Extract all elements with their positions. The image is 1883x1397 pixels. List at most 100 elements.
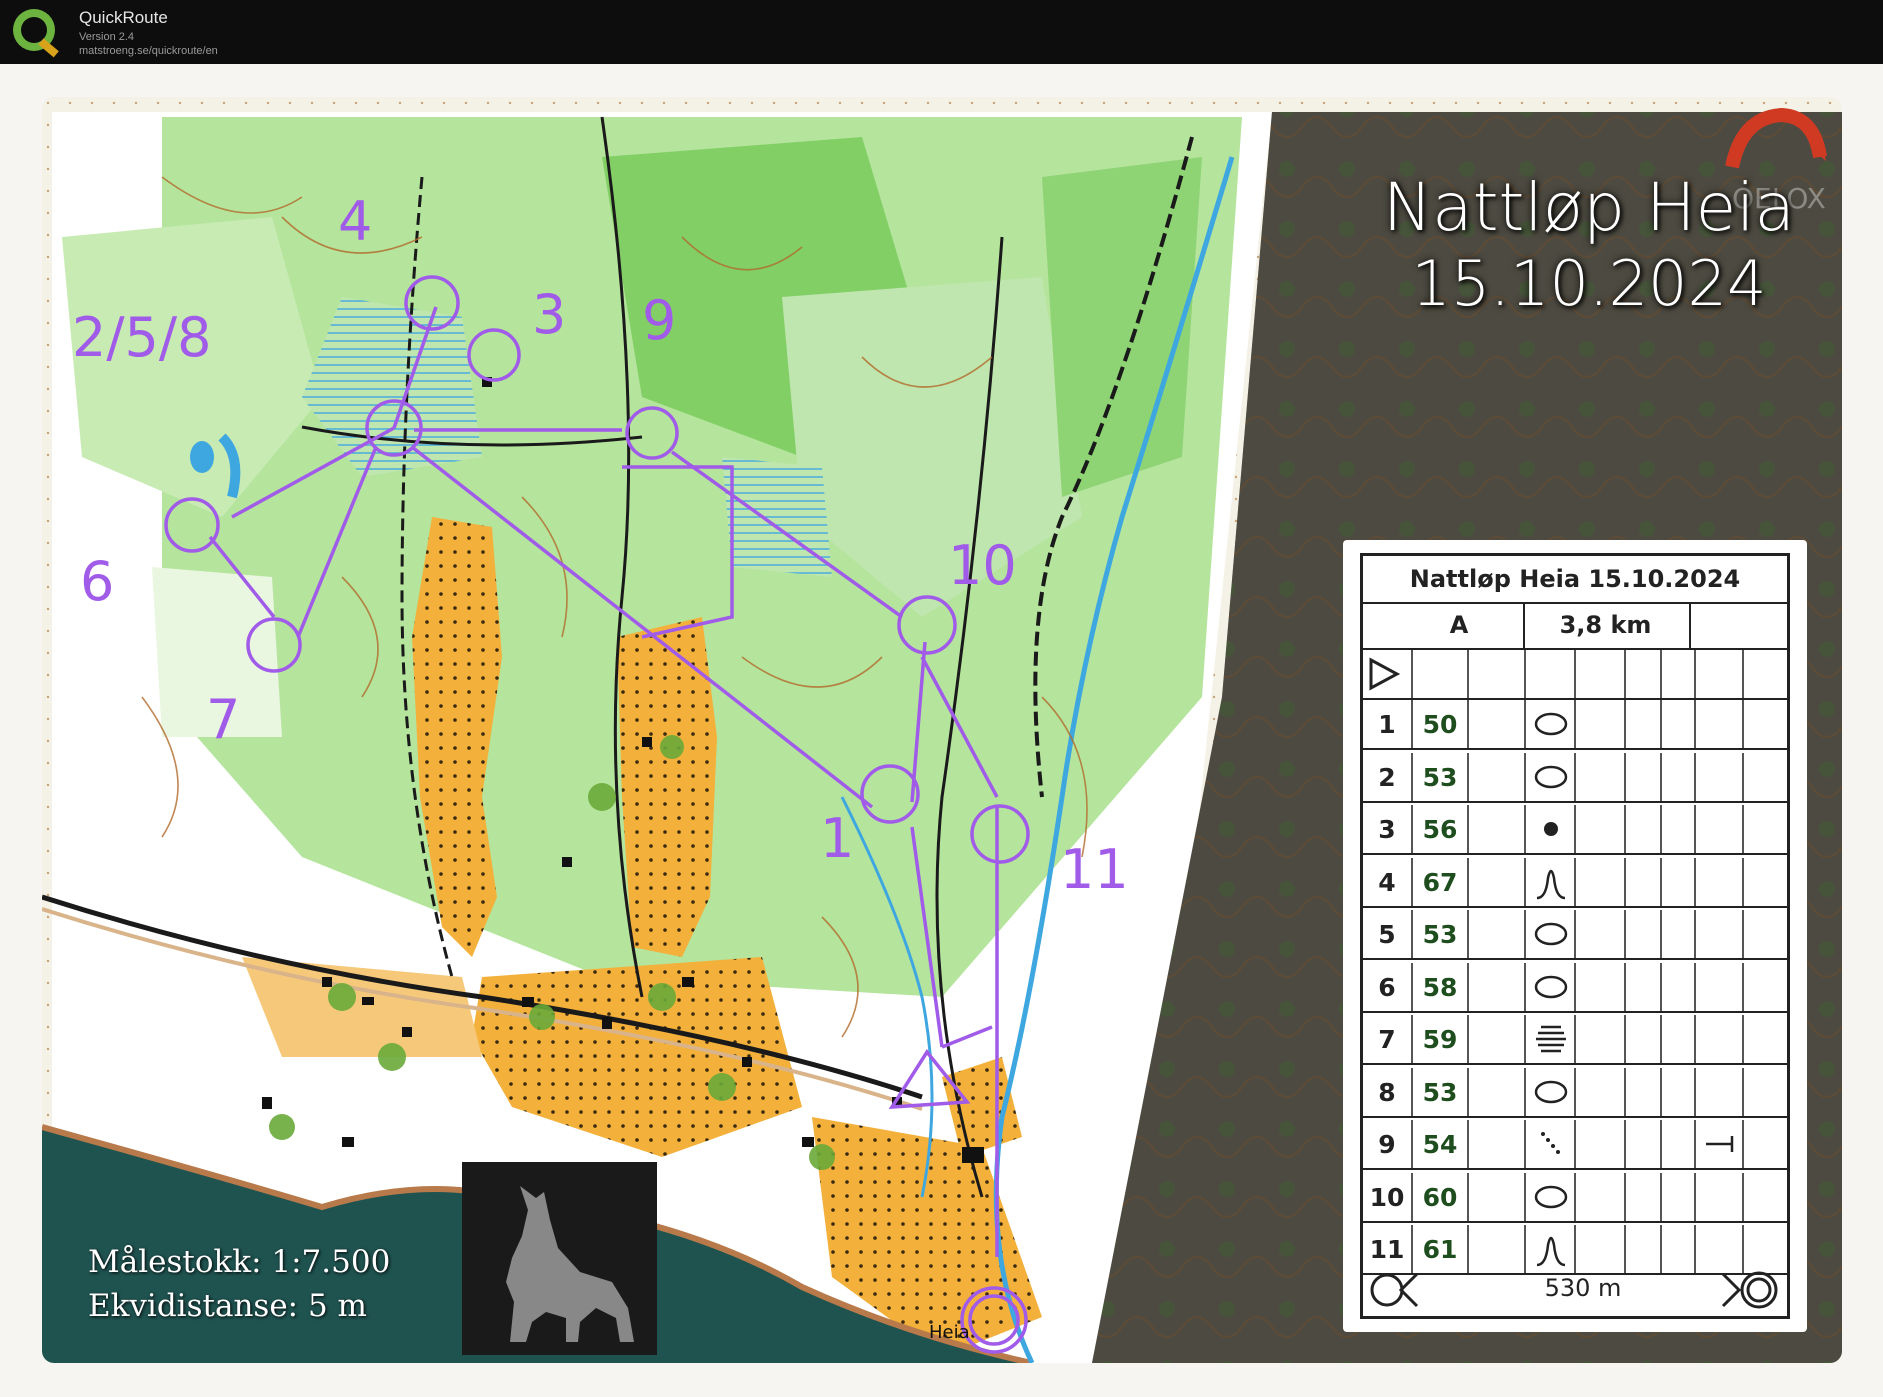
control-label-6: 6 xyxy=(80,550,115,613)
start-triangle-icon xyxy=(1369,657,1401,691)
description-cell xyxy=(1469,857,1526,906)
club-logo xyxy=(462,1162,657,1355)
map-title: Nattløp Heia 15.10.2024 xyxy=(1383,170,1795,322)
description-cell xyxy=(1626,1172,1662,1221)
finish-circle-icon xyxy=(1721,1271,1778,1309)
description-cell xyxy=(1576,1120,1626,1168)
control-code: 54 xyxy=(1413,1120,1469,1168)
start-cell xyxy=(1363,650,1413,698)
app-url[interactable]: matstroeng.se/quickroute/en xyxy=(79,45,218,57)
control-code: 60 xyxy=(1413,1172,1469,1221)
description-cell xyxy=(1696,752,1744,801)
description-cell xyxy=(1662,805,1696,853)
description-row: 5 53 xyxy=(1363,910,1787,960)
control-number: 7 xyxy=(1363,1015,1413,1063)
control-number: 6 xyxy=(1363,962,1413,1011)
description-cell xyxy=(1626,910,1662,958)
finish-start-icon xyxy=(1370,1272,1419,1308)
start-row xyxy=(1363,650,1787,700)
control-number: 8 xyxy=(1363,1067,1413,1116)
knoll-oval-icon xyxy=(1526,752,1576,801)
description-cell xyxy=(1469,805,1526,853)
description-cell xyxy=(1696,700,1744,748)
description-cell xyxy=(1626,1120,1662,1168)
dotted-line-icon xyxy=(1526,1120,1576,1168)
place-label-heia: Heia xyxy=(929,1322,970,1343)
control-number: 9 xyxy=(1363,1120,1413,1168)
title-bar: QuickRoute Version 2.4 matstroeng.se/qui… xyxy=(0,0,1883,64)
description-cell xyxy=(1469,700,1526,748)
description-cell xyxy=(1576,857,1626,906)
description-row: 1 50 xyxy=(1363,700,1787,750)
description-cell xyxy=(1469,752,1526,801)
description-cell xyxy=(1469,1015,1526,1063)
description-cell xyxy=(1662,1067,1696,1116)
description-cell xyxy=(1696,1067,1744,1116)
control-number: 5 xyxy=(1363,910,1413,958)
description-row: 8 53 xyxy=(1363,1067,1787,1118)
description-cell xyxy=(1576,1172,1626,1221)
description-cell xyxy=(1696,962,1744,1011)
knoll-oval-icon xyxy=(1526,700,1576,748)
description-cell xyxy=(1662,1015,1696,1063)
boulder-bell-icon xyxy=(1526,857,1576,906)
description-row: 2 53 xyxy=(1363,752,1787,803)
knoll-oval-icon xyxy=(1526,1067,1576,1116)
control-description-sheet: Nattløp Heia 15.10.2024 A 3,8 km 1 50 2 53 3… xyxy=(1343,540,1807,1332)
description-cell xyxy=(1696,857,1744,906)
description-cell xyxy=(1576,805,1626,853)
control-number: 2 xyxy=(1363,752,1413,801)
description-cell xyxy=(1469,1067,1526,1116)
control-code: 58 xyxy=(1413,962,1469,1011)
description-cell xyxy=(1662,752,1696,801)
description-title: Nattløp Heia 15.10.2024 xyxy=(1363,556,1787,604)
course-length: 3,8 km xyxy=(1559,611,1652,639)
control-label-9: 9 xyxy=(642,289,677,352)
description-cell xyxy=(1662,910,1696,958)
control-code: 67 xyxy=(1413,857,1469,906)
map-legend: Målestokk: 1:7.500 Ekvidistanse: 5 m xyxy=(88,1240,390,1328)
control-code: 50 xyxy=(1413,700,1469,748)
control-code: 53 xyxy=(1413,1067,1469,1116)
finish-distance: 530 m xyxy=(1544,1274,1622,1302)
description-row: 3 56 xyxy=(1363,805,1787,855)
description-cell xyxy=(1469,962,1526,1011)
control-label-4: 4 xyxy=(338,190,373,253)
description-cell xyxy=(1576,1067,1626,1116)
description-row: 7 59 xyxy=(1363,1015,1787,1065)
description-cell xyxy=(1696,910,1744,958)
control-number: 10 xyxy=(1363,1172,1413,1221)
contour-interval-text: Ekvidistanse: 5 m xyxy=(88,1288,367,1324)
description-cell xyxy=(1626,700,1662,748)
control-number: 1 xyxy=(1363,700,1413,748)
knoll-oval-icon xyxy=(1526,962,1576,1011)
knoll-oval-icon xyxy=(1526,1172,1576,1221)
description-cell xyxy=(1576,700,1626,748)
description-cell xyxy=(1626,857,1662,906)
finish-row: 530 m xyxy=(1363,1264,1787,1316)
description-cell xyxy=(1576,910,1626,958)
quickroute-logo-icon xyxy=(13,9,59,58)
description-cell xyxy=(1626,962,1662,1011)
description-cell xyxy=(1576,752,1626,801)
description-course-info: A 3,8 km xyxy=(1363,602,1787,650)
description-cell xyxy=(1662,1120,1696,1168)
description-cell xyxy=(1662,857,1696,906)
map-title-date: 15.10.2024 xyxy=(1411,247,1767,320)
scale-text: Målestokk: 1:7.500 xyxy=(88,1244,391,1280)
app-name: QuickRoute xyxy=(79,8,168,27)
control-label-11: 11 xyxy=(1060,838,1129,901)
description-cell xyxy=(1469,1172,1526,1221)
control-code: 53 xyxy=(1413,752,1469,801)
howling-wolf-icon xyxy=(506,1186,634,1342)
description-row: 6 58 xyxy=(1363,962,1787,1013)
control-number: 4 xyxy=(1363,857,1413,906)
control-label-1: 1 xyxy=(820,807,855,870)
description-cell xyxy=(1662,962,1696,1011)
description-cell xyxy=(1626,752,1662,801)
description-cell xyxy=(1469,910,1526,958)
dot-icon xyxy=(1526,805,1576,853)
description-cell xyxy=(1696,805,1744,853)
control-code: 53 xyxy=(1413,910,1469,958)
description-cell xyxy=(1576,962,1626,1011)
